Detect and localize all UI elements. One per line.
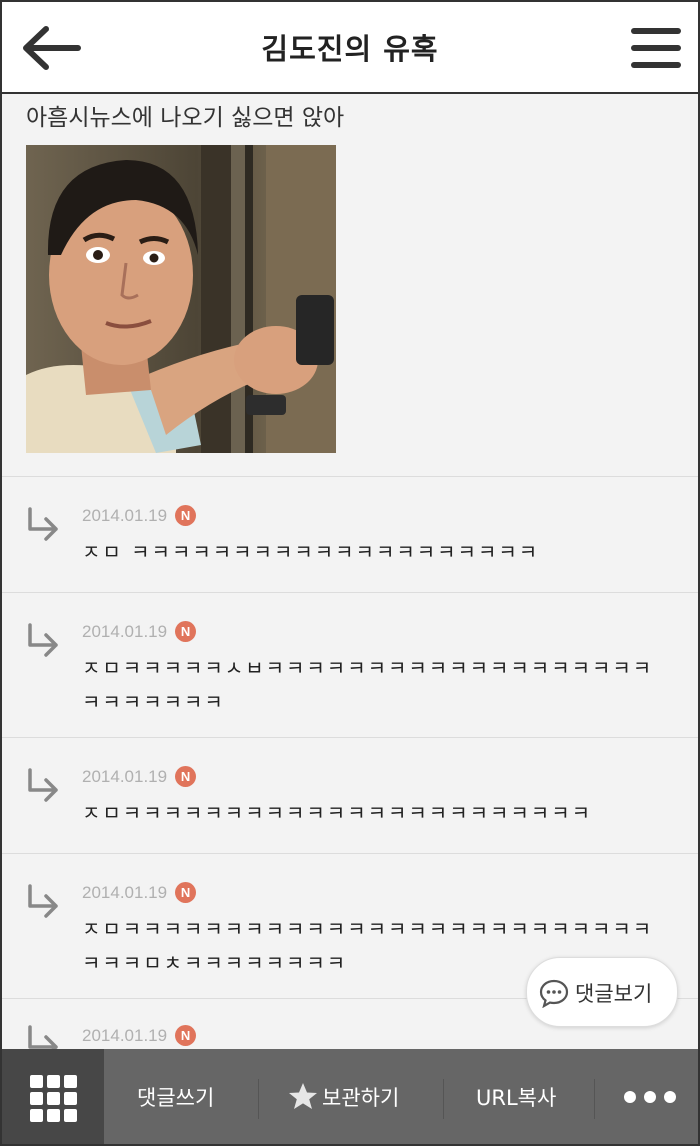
grid-menu-button[interactable]: [2, 1049, 104, 1144]
new-badge: N: [175, 1025, 197, 1046]
save-label: 보관하기: [322, 1086, 400, 1110]
more-button[interactable]: [610, 1069, 690, 1124]
write-comment-button[interactable]: 댓글쓰기: [137, 1082, 214, 1112]
view-comments-label: 댓글보기: [575, 982, 653, 1006]
separator: [594, 1079, 595, 1119]
post-image[interactable]: [26, 145, 336, 453]
reply-arrow-icon: [28, 623, 58, 657]
separator: [443, 1079, 444, 1119]
photo-man-with-gun: [26, 145, 336, 453]
comment-text: ㅈㅁㅋㅋㅋㅋㅋㅅㅂㅋㅋㅋㅋㅋㅋㅋㅋㅋㅋㅋㅋㅋㅋㅋㅋㅋㅋㅋㅋㅋㅋㅋㅋㅋㅋ: [82, 656, 654, 714]
page-title: 김도진의 유혹: [261, 32, 439, 66]
new-badge: N: [175, 505, 197, 526]
comment-date: 2014.01.19 N: [82, 505, 197, 526]
chat-bubble-icon: [539, 979, 569, 1008]
post-text: 아흠시뉴스에 나오기 싫으면 앉아: [26, 105, 345, 131]
comment-text: ㅈㅁ ㅋㅋㅋㅋㅋㅋㅋㅋㅋㅋㅋㅋㅋㅋㅋㅋㅋㅋㅋㅋ: [82, 540, 540, 564]
reply-arrow-icon: [28, 884, 58, 918]
reply-arrow-icon: [28, 507, 58, 541]
copy-url-button[interactable]: URL복사: [476, 1082, 556, 1112]
new-badge: N: [175, 766, 197, 787]
comment-date: 2014.01.19 N: [82, 766, 197, 787]
separator: [258, 1079, 259, 1119]
app-frame: 김도진의 유혹 아흠시뉴스에 나오기 싫으면 앉아 2014.01.19 N ㅈ…: [0, 0, 700, 1146]
reply-arrow-icon: [28, 1025, 58, 1049]
comment-date: 2014.01.19 N: [82, 621, 197, 642]
comment-date: 2014.01.19 N: [82, 882, 197, 903]
menu-button[interactable]: [630, 26, 682, 70]
save-button[interactable]: 보관하기: [288, 1082, 399, 1112]
hamburger-menu-icon: [631, 28, 681, 68]
bottom-toolbar: 댓글쓰기 보관하기 URL복사: [2, 1049, 698, 1144]
comment-item: 2014.01.19 N ㅈㅁㅋㅋㅋㅋㅋㅋㅋㅋㅋㅋㅋㅋㅋㅋㅋㅋㅋㅋㅋㅋㅋㅋㅋ: [2, 738, 698, 853]
view-comments-button[interactable]: 댓글보기: [526, 957, 678, 1027]
new-badge: N: [175, 882, 197, 903]
comment-item: 2014.01.19 N ㅈㅁㅋㅋㅋㅋㅋㅅㅂㅋㅋㅋㅋㅋㅋㅋㅋㅋㅋㅋㅋㅋㅋㅋㅋㅋㅋㅋ…: [2, 593, 698, 737]
reply-arrow-icon: [28, 768, 58, 802]
header: 김도진의 유혹: [2, 2, 698, 94]
star-icon: [289, 1083, 317, 1109]
new-badge: N: [175, 621, 197, 642]
comment-item: 2014.01.19 N ㅈㅁ ㅋㅋㅋㅋㅋㅋㅋㅋㅋㅋㅋㅋㅋㅋㅋㅋㅋㅋㅋㅋ: [2, 477, 698, 592]
comment-date: 2014.01.19 N: [82, 1025, 197, 1046]
comment-text: ㅈㅁㅋㅋㅋㅋㅋㅋㅋㅋㅋㅋㅋㅋㅋㅋㅋㅋㅋㅋㅋㅋㅋㅋㅋ: [82, 801, 592, 825]
